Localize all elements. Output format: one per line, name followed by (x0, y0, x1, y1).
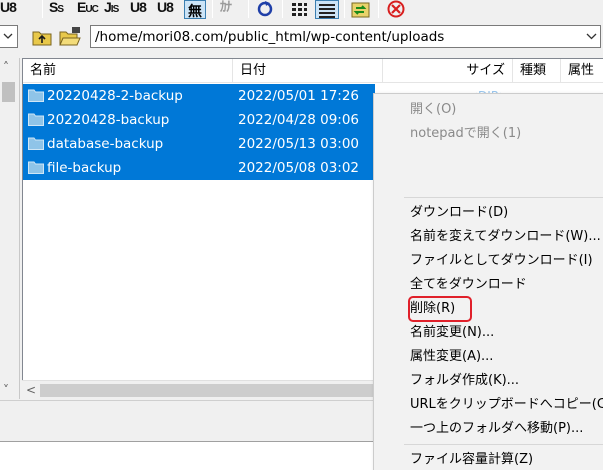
scroll-down-icon[interactable]: ˅ (3, 383, 9, 397)
column-header-date[interactable]: 日付 (233, 59, 383, 83)
menu-item-download-all[interactable]: 全てをダウンロード (410, 274, 527, 296)
file-date: 2022/05/08 03:02 (238, 160, 360, 176)
toolbar-separator (212, 0, 213, 18)
table-row[interactable]: 20220428-2-backup 2022/05/01 17:26 <DIR> (23, 84, 509, 108)
menu-item-rename-download[interactable]: 名前を変えてダウンロード(W)... (410, 226, 601, 248)
table-row[interactable]: 20220428-backup 2022/04/28 09:06 (23, 108, 375, 132)
scroll-thumb[interactable] (2, 82, 15, 102)
kana-button[interactable]: ｶﾅ (220, 0, 232, 18)
menu-separator (404, 197, 603, 198)
toolbar-separator (378, 0, 379, 18)
sync-folder-icon (351, 2, 370, 18)
list-view-icon (292, 3, 307, 16)
file-name: 20220428-backup (47, 112, 170, 128)
file-date: 2022/05/13 03:00 (238, 136, 360, 152)
local-path-combo-arrow[interactable] (0, 25, 18, 48)
task-list-pane (0, 441, 380, 470)
utf8-button[interactable]: U8 (0, 0, 17, 18)
menu-item-make-folder[interactable]: フォルダ作成(K)... (410, 370, 519, 392)
list-header: 名前 日付 サイズ 種類 属性 (23, 59, 603, 83)
column-header-attr[interactable]: 属性 (561, 59, 603, 83)
toolbar-separator (248, 0, 249, 18)
remote-path-dropdown[interactable] (583, 26, 600, 47)
sjis-button[interactable]: SS (49, 0, 64, 18)
folder-icon (28, 161, 44, 174)
toolbar: U8 SS EUC JIS U8 U8 無 ｶﾅ (0, 0, 603, 22)
utf8bom-button[interactable]: U8 (157, 0, 174, 18)
refresh-icon (257, 1, 273, 17)
toolbar-separator (282, 0, 283, 18)
menu-item-delete[interactable]: 削除(R) (410, 298, 455, 320)
refresh-button[interactable] (255, 0, 277, 19)
menu-item-open[interactable]: 開く(O) (410, 99, 456, 121)
file-name: file-backup (47, 160, 122, 176)
menu-item-download[interactable]: ダウンロード(D) (410, 202, 508, 224)
column-header-type[interactable]: 種類 (513, 59, 561, 83)
toolbar-separator (42, 0, 43, 18)
file-name: 20220428-2-backup (47, 88, 183, 104)
menu-item-calc-size[interactable]: ファイル容量計算(Z) (410, 449, 533, 470)
menu-item-open-notepad[interactable]: notepadで開く(1) (410, 123, 521, 145)
local-vertical-scrollbar[interactable]: ˄ ˅ (0, 58, 20, 399)
menu-item-copy-url[interactable]: URLをクリップボードへコピー(C) (410, 394, 603, 416)
file-date: 2022/05/01 17:26 (238, 88, 360, 104)
jis-button[interactable]: JIS (104, 0, 119, 18)
context-menu: 開く(O) notepadで開く(1) ダウンロード(D) 名前を変えてダウンロ… (373, 93, 603, 470)
no-convert-button[interactable]: 無 (184, 0, 206, 20)
remote-horizontal-scrollbar[interactable]: < (22, 380, 377, 399)
chevron-down-icon (586, 33, 597, 40)
table-row[interactable]: file-backup 2022/05/08 03:02 (23, 156, 375, 180)
details-view-button[interactable] (315, 0, 339, 19)
folder-icon (28, 113, 44, 126)
remote-path-combo[interactable]: /home/mori08.com/public_html/wp-content/… (90, 25, 601, 48)
chevron-down-icon (3, 33, 13, 39)
utf8n-button[interactable]: U8 (130, 0, 147, 18)
folder-up-icon (32, 31, 52, 46)
menu-item-move-up[interactable]: 一つ上のフォルダへ移動(P)... (410, 418, 583, 440)
folder-icon (28, 137, 44, 150)
euc-button[interactable]: EUC (77, 0, 99, 18)
table-row[interactable]: database-backup 2022/05/13 03:00 (23, 132, 375, 156)
address-bar: /home/mori08.com/public_html/wp-content/… (0, 24, 603, 50)
list-view-button[interactable] (289, 0, 311, 19)
file-name: database-backup (47, 136, 164, 152)
menu-separator (404, 444, 603, 445)
remote-path-text: /home/mori08.com/public_html/wp-content/… (95, 29, 445, 45)
toolbar-separator (344, 0, 345, 18)
scroll-thumb[interactable] (40, 384, 375, 397)
scroll-left-icon[interactable]: < (26, 383, 36, 397)
folder-icon (28, 89, 44, 102)
folder-open-icon (59, 27, 81, 46)
parent-folder-button[interactable] (31, 26, 53, 48)
file-date: 2022/04/28 09:06 (238, 112, 360, 128)
menu-item-change-attributes[interactable]: 属性変更(A)... (410, 346, 493, 368)
no-convert-label: 無 (188, 4, 202, 20)
menu-item-rename[interactable]: 名前変更(N)... (410, 322, 494, 344)
menu-item-download-as-file[interactable]: ファイルとしてダウンロード(I) (410, 250, 593, 272)
stop-button[interactable] (386, 0, 408, 19)
sync-button[interactable] (350, 0, 372, 19)
stop-icon (387, 0, 405, 18)
column-header-name[interactable]: 名前 (23, 59, 233, 83)
scroll-up-icon[interactable]: ˄ (3, 60, 9, 74)
column-header-size[interactable]: サイズ (383, 59, 513, 83)
details-view-icon (319, 4, 335, 18)
open-folder-button[interactable] (58, 26, 81, 48)
